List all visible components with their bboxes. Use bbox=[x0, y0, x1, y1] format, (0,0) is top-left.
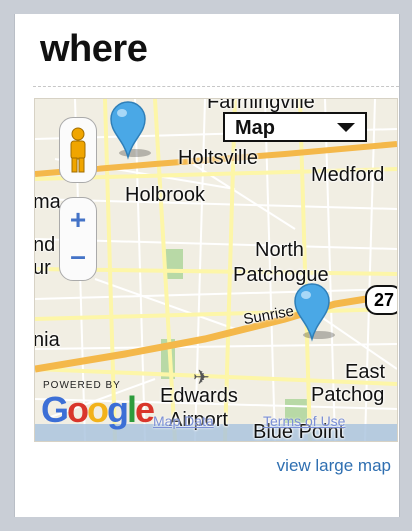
view-large-map-link[interactable]: view large map bbox=[277, 456, 391, 476]
logo-letter: G bbox=[41, 389, 69, 430]
map-pin-icon[interactable] bbox=[105, 99, 151, 161]
street-view-control[interactable] bbox=[59, 117, 97, 183]
place-label: Holbrook bbox=[125, 184, 206, 206]
place-label: Holtsville bbox=[178, 147, 259, 169]
route-shield: 27 bbox=[365, 285, 397, 315]
map-data-link[interactable]: Map Data bbox=[153, 413, 214, 429]
logo-letter: o bbox=[67, 389, 89, 430]
chevron-down-icon bbox=[337, 123, 355, 132]
place-label: nd bbox=[34, 234, 56, 256]
zoom-in-button[interactable]: + bbox=[60, 202, 96, 238]
map-view[interactable]: Farmingville Holtsville Holbrook Medford… bbox=[34, 98, 398, 442]
place-label: East bbox=[345, 361, 386, 383]
place-label: Patchog bbox=[311, 384, 385, 406]
park-area bbox=[165, 249, 183, 279]
place-label: ma bbox=[34, 191, 61, 213]
logo-letter: e bbox=[135, 389, 155, 430]
logo-letter: o bbox=[87, 389, 109, 430]
place-label: ur bbox=[34, 257, 51, 279]
place-label: Medford bbox=[311, 164, 385, 186]
pegman-icon bbox=[70, 127, 86, 173]
divider bbox=[33, 86, 399, 87]
place-label: nia bbox=[34, 329, 60, 351]
google-logo[interactable]: Google bbox=[41, 389, 155, 431]
map-pin-icon[interactable] bbox=[289, 281, 335, 343]
map-type-dropdown[interactable]: Map bbox=[223, 112, 367, 142]
zoom-control: + – bbox=[59, 197, 97, 281]
logo-letter: g bbox=[107, 389, 129, 430]
terms-of-use-link[interactable]: Terms of Use bbox=[263, 413, 345, 429]
airport-icon: ✈ bbox=[193, 367, 210, 389]
zoom-out-button[interactable]: – bbox=[60, 238, 96, 274]
logo-letter: l bbox=[127, 389, 137, 430]
widget-title: where bbox=[40, 28, 148, 70]
place-label: North bbox=[255, 239, 304, 261]
map-type-label: Map bbox=[235, 117, 275, 139]
route-number: 27 bbox=[373, 290, 395, 310]
where-widget: where Farmingville Holtsville Holbrook M… bbox=[14, 14, 400, 517]
